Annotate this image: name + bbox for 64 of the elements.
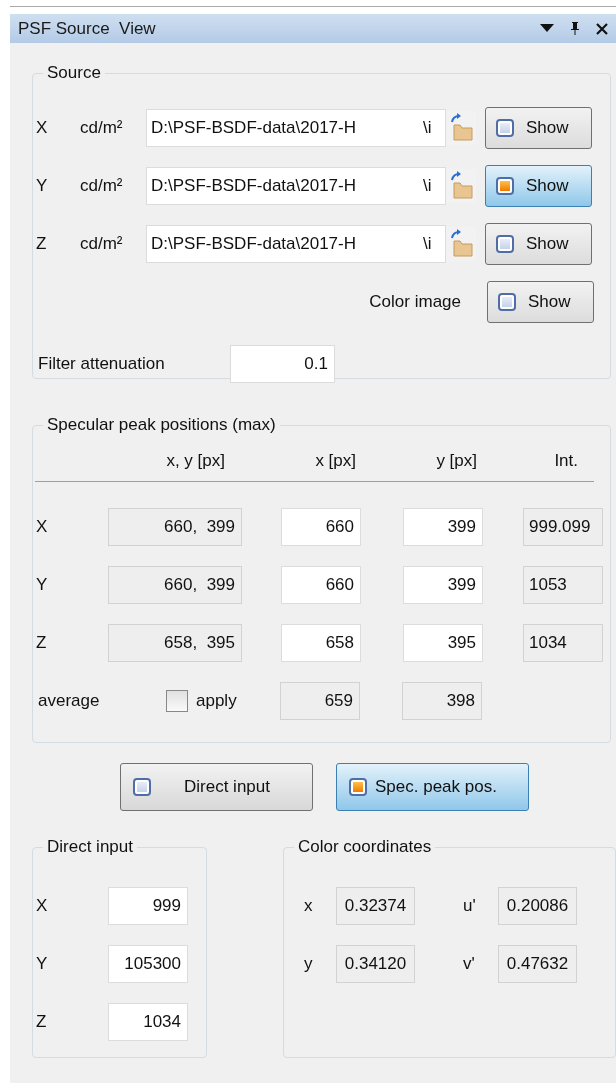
apply-label[interactable]: apply	[196, 691, 280, 711]
value-field: 1053	[523, 566, 603, 604]
show-button[interactable]: Show	[485, 165, 592, 207]
value-field[interactable]: 660	[281, 566, 361, 604]
value-field: 660, 399	[108, 566, 242, 604]
value-field[interactable]: 399	[403, 508, 483, 546]
column-header: y [px]	[435, 451, 477, 471]
panel-title: PSF Source View	[18, 18, 156, 39]
value-field[interactable]: 1034	[108, 1003, 188, 1041]
row-label: Z	[35, 1012, 48, 1032]
coordinate-label: v'	[462, 954, 476, 974]
group-title: Specular peak positions (max)	[46, 415, 277, 435]
coordinate-label: x	[303, 896, 314, 916]
unit-label: cd/m²	[80, 176, 124, 196]
average-label: average	[37, 691, 101, 711]
value-field: 398	[402, 682, 482, 720]
coordinate-field: 0.32374	[336, 887, 415, 925]
group-title: Color coordinates	[297, 837, 433, 857]
mode-button[interactable]: Direct input	[120, 763, 313, 811]
row-label: Y	[35, 954, 49, 974]
group-title: Source	[46, 63, 102, 83]
column-header: x [px]	[314, 451, 356, 471]
filter-field[interactable]: 0.1	[230, 345, 335, 383]
apply-checkbox[interactable]	[166, 690, 188, 712]
row-label: X	[35, 118, 49, 138]
path-field[interactable]: D:\PSF-BSDF-data\2017-H \i	[146, 167, 446, 205]
value-field[interactable]: 999	[108, 887, 188, 925]
color-image-label: Color image	[369, 292, 461, 312]
show-button[interactable]: Show	[487, 281, 594, 323]
value-field[interactable]: 658	[281, 624, 361, 662]
column-header: Int.	[553, 451, 578, 471]
value-field: 660, 399	[108, 508, 242, 546]
column-header: x, y [px]	[165, 451, 225, 471]
value-field[interactable]: 105300	[108, 945, 188, 983]
show-button[interactable]: Show	[485, 223, 592, 265]
show-button[interactable]: Show	[485, 107, 592, 149]
path-field[interactable]: D:\PSF-BSDF-data\2017-H \i	[146, 109, 446, 147]
row-label: X	[35, 517, 49, 537]
value-field[interactable]: 399	[403, 566, 483, 604]
row-label: Y	[35, 575, 49, 595]
value-field: 659	[280, 682, 360, 720]
value-field: 658, 395	[108, 624, 242, 662]
dropdown-icon[interactable]	[540, 24, 554, 33]
row-label: Z	[35, 633, 48, 653]
group-title: Direct input	[46, 837, 134, 857]
coordinate-field: 0.34120	[336, 945, 415, 983]
unit-label: cd/m²	[80, 234, 124, 254]
row-label: X	[35, 896, 49, 916]
pin-icon[interactable]	[570, 22, 580, 35]
coordinate-field: 0.20086	[498, 887, 577, 925]
unit-label: cd/m²	[80, 118, 124, 138]
value-field: 999.099	[523, 508, 603, 546]
coordinate-label: u'	[462, 896, 477, 916]
coordinate-field: 0.47632	[498, 945, 577, 983]
value-field[interactable]: 395	[403, 624, 483, 662]
row-label: Y	[35, 176, 49, 196]
value-field: 1034	[523, 624, 603, 662]
value-field[interactable]: 660	[281, 508, 361, 546]
close-icon[interactable]	[596, 22, 608, 35]
coordinate-label: y	[303, 954, 314, 974]
path-field[interactable]: D:\PSF-BSDF-data\2017-H \i	[146, 225, 446, 263]
filter-label: Filter attenuation	[37, 354, 166, 374]
row-label: Z	[35, 234, 48, 254]
mode-button[interactable]: Spec. peak pos.	[336, 763, 529, 811]
